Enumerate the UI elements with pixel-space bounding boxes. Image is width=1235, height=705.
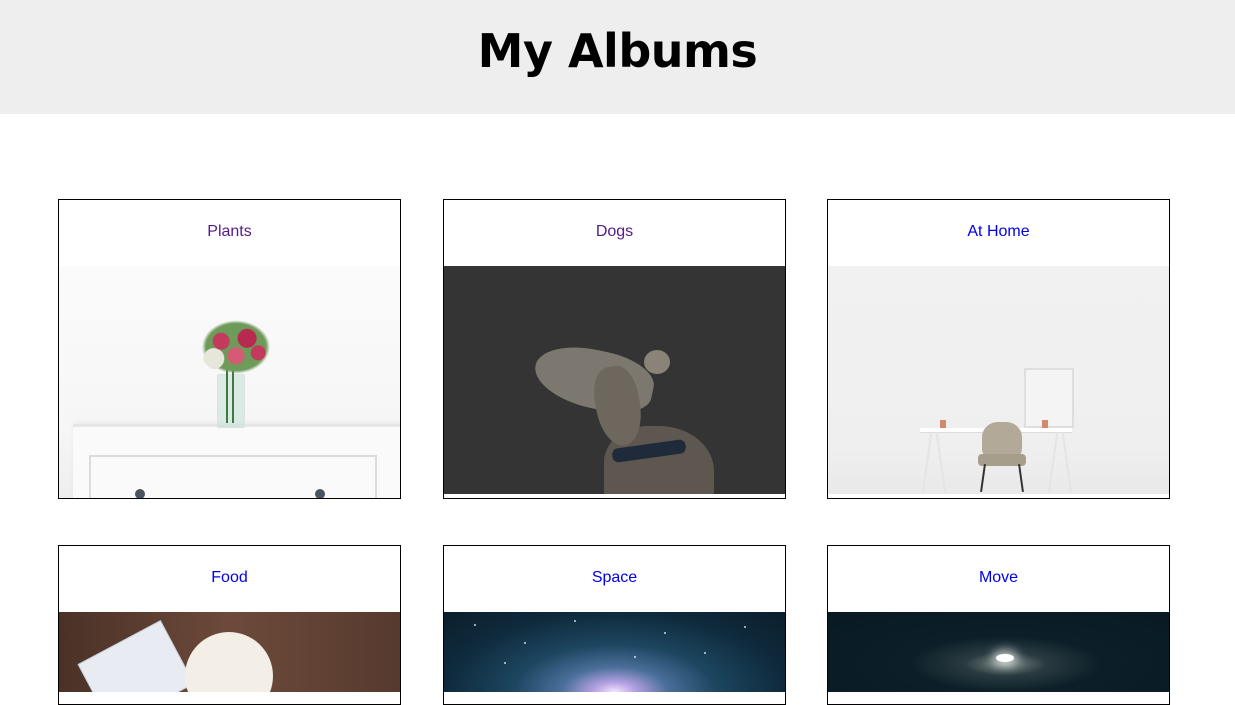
vase-image-part: [217, 361, 245, 428]
album-card-at-home[interactable]: At Home: [827, 199, 1170, 499]
page-header: My Albums: [0, 0, 1235, 114]
album-card-plants[interactable]: Plants: [58, 199, 401, 499]
album-thumbnail-move[interactable]: [828, 612, 1169, 692]
album-link-at-home[interactable]: At Home: [828, 223, 1169, 241]
album-thumbnail-plants[interactable]: [59, 266, 400, 498]
album-card-space[interactable]: Space: [443, 545, 786, 705]
album-link-food[interactable]: Food: [59, 569, 400, 587]
album-thumbnail-dogs[interactable]: [444, 266, 785, 494]
album-thumbnail-at-home[interactable]: [828, 266, 1169, 494]
album-link-move[interactable]: Move: [828, 569, 1169, 587]
dresser-image-part: [73, 424, 400, 498]
album-thumbnail-space[interactable]: [444, 612, 785, 692]
album-link-space[interactable]: Space: [444, 569, 785, 587]
album-link-dogs[interactable]: Dogs: [444, 223, 785, 241]
album-card-food[interactable]: Food: [58, 545, 401, 705]
album-link-plants[interactable]: Plants: [59, 223, 400, 241]
page-title: My Albums: [477, 24, 758, 78]
album-card-move[interactable]: Move: [827, 545, 1170, 705]
album-thumbnail-food[interactable]: [59, 612, 400, 692]
album-card-dogs[interactable]: Dogs: [443, 199, 786, 499]
